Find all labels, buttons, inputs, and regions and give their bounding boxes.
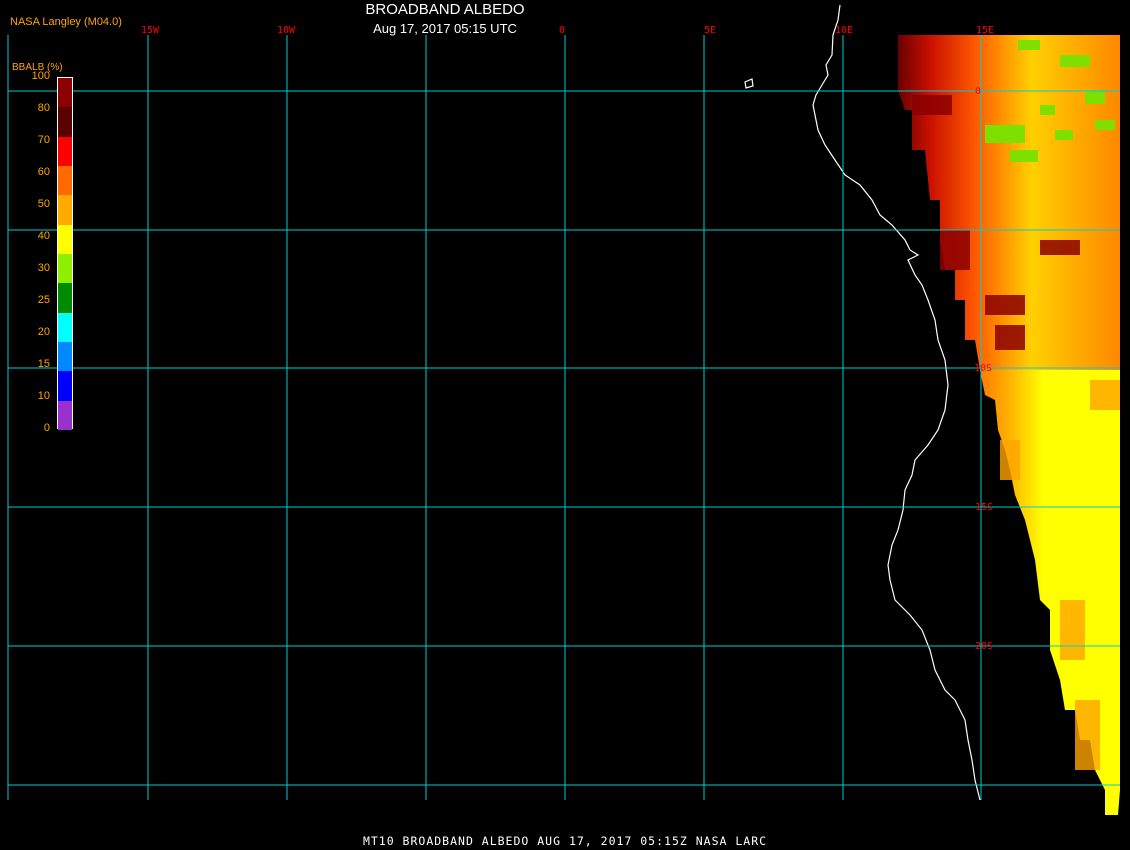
lat-label-0: 0 xyxy=(975,86,981,97)
legend-tick-label: 15 xyxy=(37,358,50,370)
legend-band xyxy=(58,254,72,284)
legend-band xyxy=(58,78,72,108)
lat-label-20s: 20S xyxy=(975,641,993,652)
legend-tick-label: 80 xyxy=(37,102,50,114)
legend-tick-label: 60 xyxy=(37,166,50,178)
map-title: BROADBAND ALBEDO xyxy=(365,1,525,18)
lat-label-15s: 15S xyxy=(975,502,993,513)
legend-band xyxy=(58,107,72,138)
map-subtitle: Aug 17, 2017 05:15 UTC xyxy=(373,21,517,36)
legend-tick-label: 0 xyxy=(43,422,50,434)
legend-band xyxy=(58,312,72,343)
lon-label-15e: 15E xyxy=(976,25,994,36)
albedo-swath xyxy=(898,35,1120,815)
color-legend xyxy=(57,77,73,431)
legend-band xyxy=(58,166,72,196)
legend-band xyxy=(58,224,72,255)
albedo-swath-north xyxy=(898,35,1120,370)
legend-band xyxy=(58,400,72,431)
legend-band xyxy=(58,195,72,226)
legend-band xyxy=(58,283,72,314)
bioko-island xyxy=(744,78,754,89)
legend-tick-label: 100 xyxy=(31,70,50,82)
legend-tick-label: 50 xyxy=(37,198,50,210)
legend-tick-label: 25 xyxy=(37,294,50,306)
map-canvas: 15W 10W 0 5E 10E 15E 0 10S 15S 20S xyxy=(7,4,1120,815)
legend-tick-label: 20 xyxy=(37,326,50,338)
legend-band xyxy=(58,371,72,402)
footer-caption: MT10 BROADBAND ALBEDO AUG 17, 2017 05:15… xyxy=(362,834,768,848)
graticule-labels: 15W 10W 0 5E 10E 15E 0 10S 15S 20S xyxy=(141,25,994,652)
legend-tick-label: 30 xyxy=(37,262,50,274)
legend-tick-label: 40 xyxy=(37,230,50,242)
legend-band xyxy=(58,136,72,167)
lat-label-10s: 10S xyxy=(974,363,992,374)
legend-band xyxy=(58,342,72,372)
legend-tick-label: 70 xyxy=(37,134,50,146)
legend-tick-label: 10 xyxy=(37,390,50,402)
